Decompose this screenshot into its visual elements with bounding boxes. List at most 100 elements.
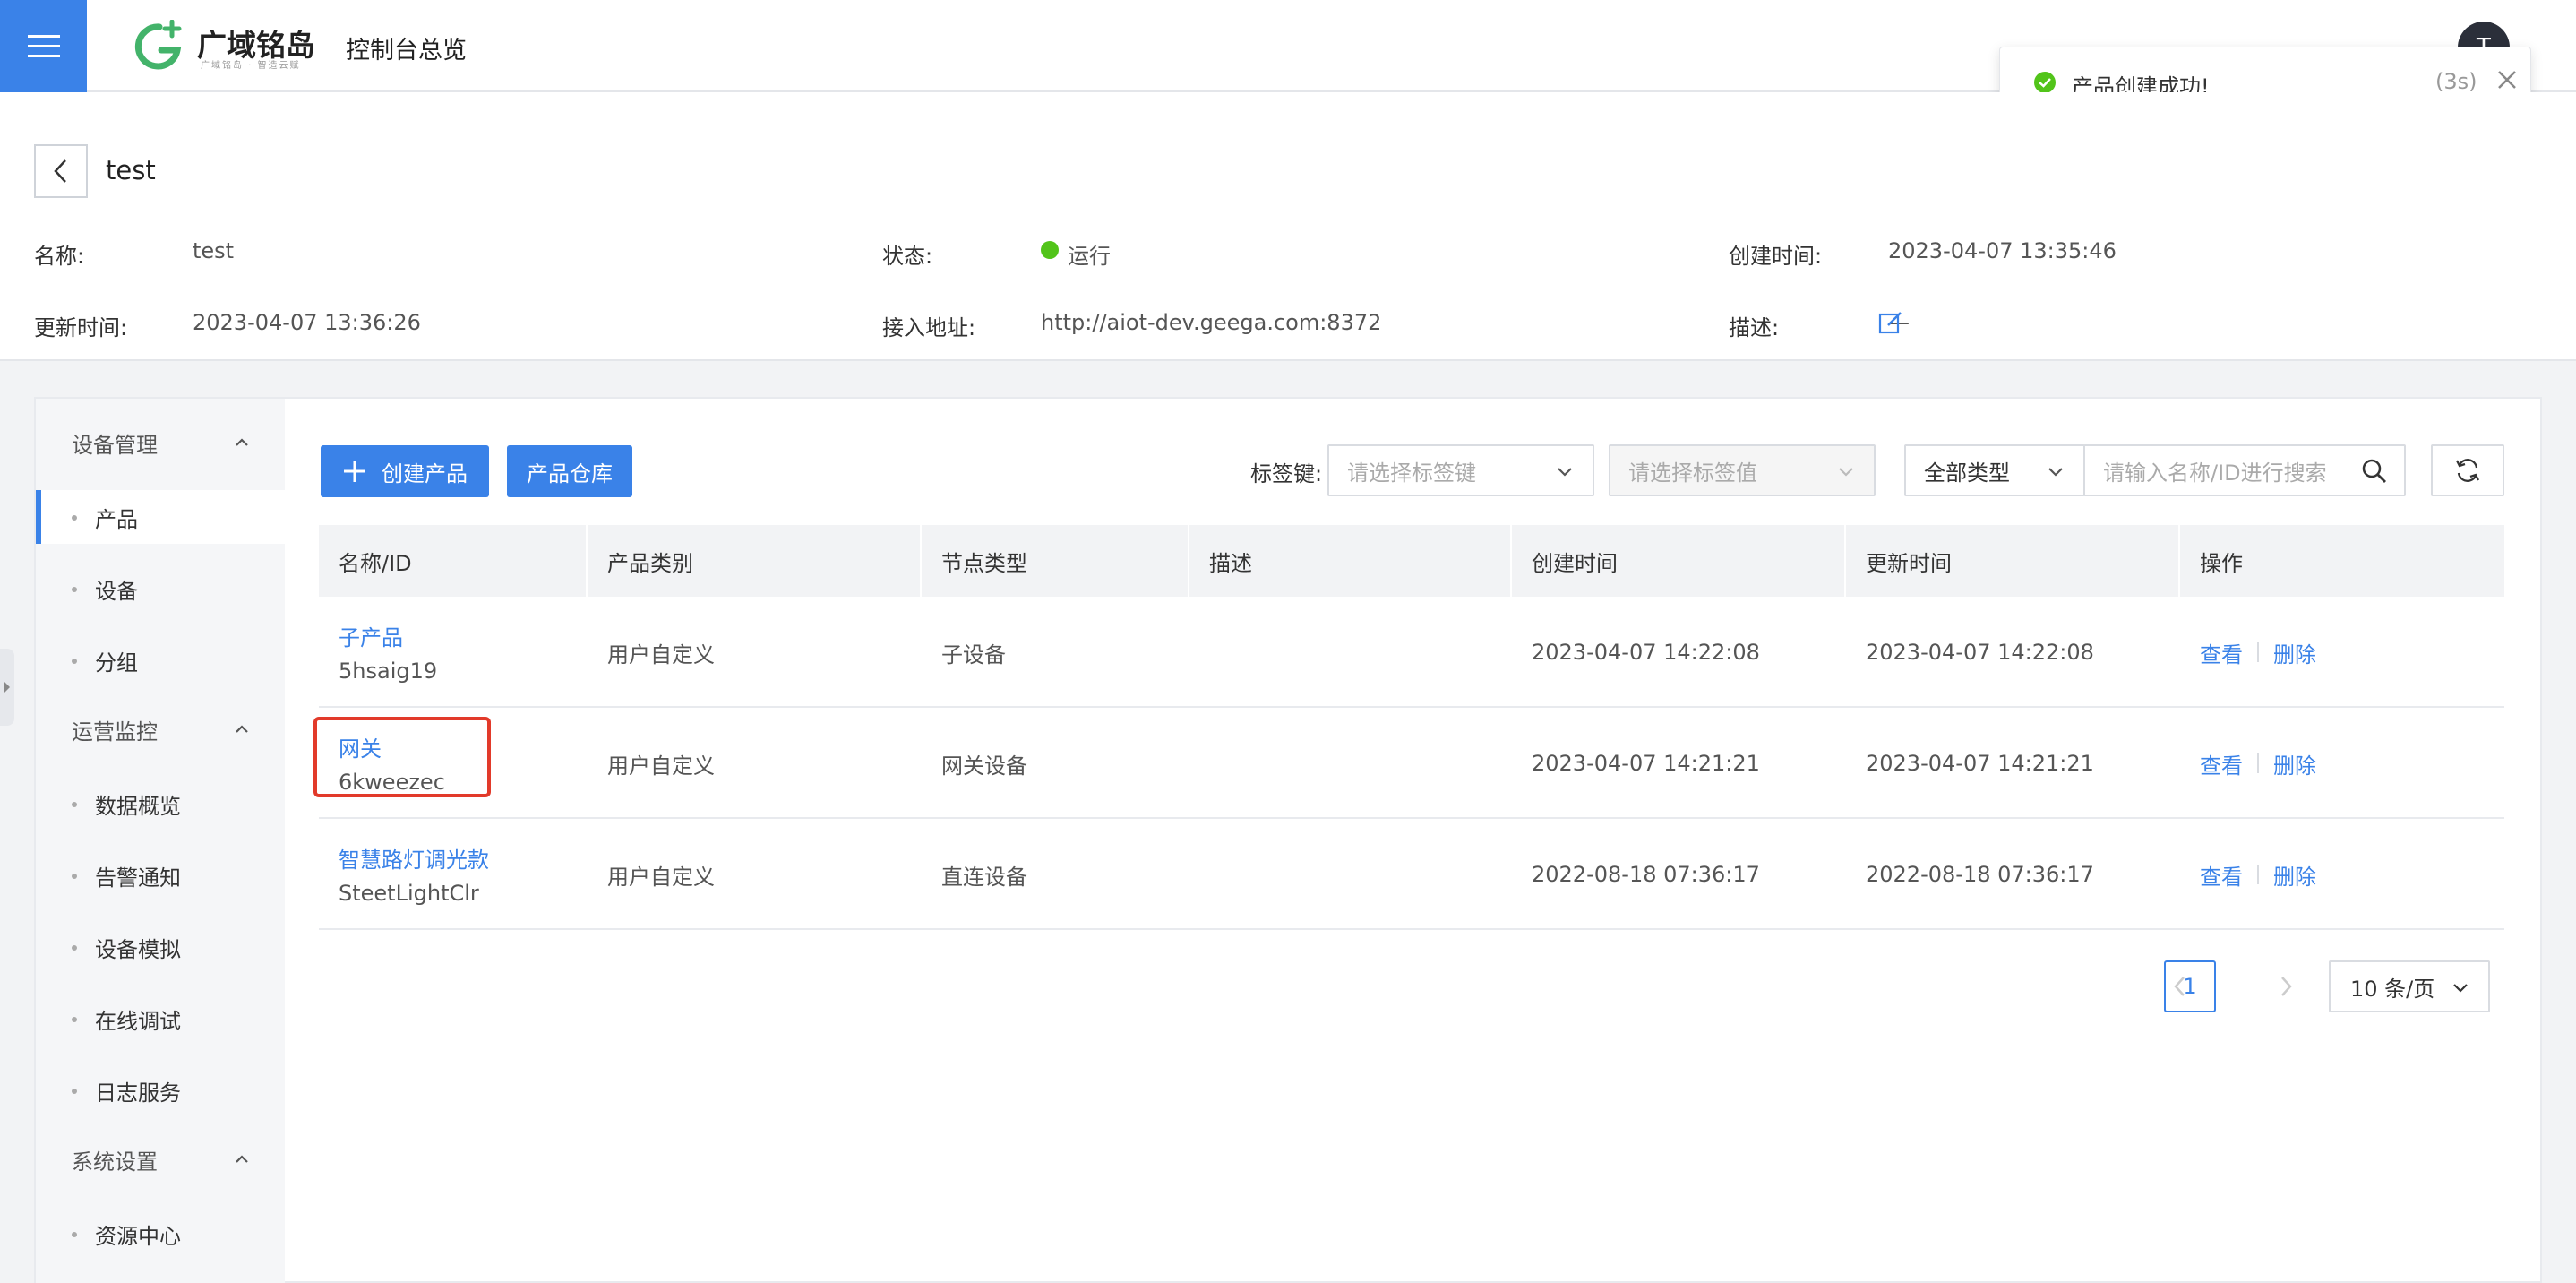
- description-cell: [1189, 597, 1209, 708]
- product-id: SteetLightClr: [339, 881, 479, 906]
- toast-countdown: (3s): [2435, 69, 2477, 94]
- created-value: 2023-04-07 13:35:46: [1888, 238, 2117, 263]
- type-select-value: 全部类型: [1924, 460, 2010, 486]
- sidebar-item-data-overview[interactable]: 数据概览: [36, 777, 285, 831]
- column-header-updated: 更新时间: [1846, 525, 2180, 597]
- next-page-button[interactable]: [2268, 960, 2304, 1012]
- chevron-up-icon: [236, 725, 248, 733]
- view-button[interactable]: 查看: [2200, 748, 2243, 779]
- collapse-handle[interactable]: [0, 649, 14, 726]
- product-id: 5hsaig19: [339, 659, 438, 684]
- logo[interactable]: 广域铭岛 广域铭岛 · 智造云赋: [133, 18, 321, 73]
- product-name-link[interactable]: 智慧路灯调光款: [339, 842, 489, 874]
- nav-group-system-settings[interactable]: 系统设置: [36, 1132, 285, 1186]
- bullet-icon: [72, 587, 77, 592]
- create-product-button[interactable]: 创建产品: [321, 445, 489, 497]
- column-header-actions: 操作: [2200, 550, 2243, 576]
- actions-cell: 查看 删除: [2180, 819, 2316, 930]
- name-id-cell: 网关 6kweezec: [339, 731, 445, 795]
- tag-value-placeholder: 请选择标签值: [1628, 460, 1757, 486]
- tag-key-select[interactable]: 请选择标签键: [1327, 444, 1594, 496]
- status-label: 状态:: [882, 244, 933, 269]
- chevron-up-icon: [236, 1155, 248, 1163]
- tag-key-label: 标签键:: [1250, 461, 1323, 487]
- nav-group-operations[interactable]: 运营监控: [36, 702, 285, 756]
- sidebar-item-label: 分组: [95, 650, 138, 676]
- sidebar-item-label: 日志服务: [95, 1080, 181, 1106]
- create-product-label: 创建产品: [382, 461, 468, 487]
- view-button[interactable]: 查看: [2200, 859, 2243, 891]
- bullet-icon: [72, 945, 77, 951]
- view-button[interactable]: 查看: [2200, 637, 2243, 668]
- close-icon[interactable]: [2493, 65, 2521, 94]
- node-type-cell: 子设备: [941, 642, 1006, 667]
- sidebar-item-device-simulation[interactable]: 设备模拟: [36, 920, 285, 974]
- category-cell: 用户自定义: [607, 642, 715, 667]
- page-title: test: [106, 155, 156, 185]
- hamburger-menu-button[interactable]: [0, 0, 87, 92]
- edit-description-icon[interactable]: [1877, 310, 1904, 337]
- bullet-icon: [72, 802, 77, 807]
- product-detail-header: test 名称: test 状态: 运行 创建时间: 2023-04-07 13…: [0, 92, 2576, 361]
- hamburger-icon: [27, 34, 60, 57]
- type-select[interactable]: 全部类型: [1904, 444, 2085, 496]
- bullet-icon: [72, 515, 77, 521]
- tag-value-select[interactable]: 请选择标签值: [1609, 444, 1876, 496]
- sidebar-item-label: 在线调试: [95, 1008, 181, 1034]
- page-size-select[interactable]: 10 条/页: [2329, 960, 2490, 1012]
- refresh-icon: [2455, 459, 2480, 482]
- category-cell: 用户自定义: [607, 864, 715, 890]
- product-name-link[interactable]: 网关: [339, 731, 445, 762]
- sidebar-item-log-service[interactable]: 日志服务: [36, 1063, 285, 1117]
- sidebar-item-label: 产品: [95, 506, 138, 532]
- created-cell: 2023-04-07 14:22:08: [1532, 640, 1760, 665]
- sidebar-item-alerts[interactable]: 告警通知: [36, 848, 285, 902]
- updated-cell: 2022-08-18 07:36:17: [1866, 862, 2094, 887]
- delete-button[interactable]: 删除: [2273, 637, 2316, 668]
- actions-cell: 查看 删除: [2180, 597, 2316, 708]
- bullet-icon: [72, 874, 77, 879]
- updated-cell: 2023-04-07 14:22:08: [1866, 640, 2094, 665]
- column-header-node-type: 节点类型: [922, 525, 1189, 597]
- sidebar-item-resource-center[interactable]: 资源中心: [36, 1207, 285, 1261]
- sidebar-item-group[interactable]: 分组: [36, 633, 285, 687]
- created-cell: 2022-08-18 07:36:17: [1532, 862, 1760, 887]
- plus-icon: [344, 461, 365, 482]
- column-header-description: 描述: [1189, 525, 1512, 597]
- chevron-right-icon: [4, 681, 10, 693]
- status-value: 运行: [1068, 244, 1111, 269]
- search-input[interactable]: 请输入名称/ID进行搜索: [2083, 444, 2406, 496]
- table-row: 网关 6kweezec 用户自定义 网关设备 2023-04-07 14:21:…: [319, 708, 2504, 819]
- chevron-up-icon: [236, 438, 248, 446]
- bullet-icon: [72, 1089, 77, 1094]
- endpoint-value: http://aiot-dev.geega.com:8372: [1041, 310, 1382, 335]
- updated-label: 更新时间:: [34, 315, 128, 340]
- search-icon[interactable]: [2361, 458, 2388, 485]
- sidebar-item-online-debug[interactable]: 在线调试: [36, 992, 285, 1046]
- name-label: 名称:: [34, 244, 85, 269]
- chevron-down-icon: [1558, 468, 1572, 477]
- product-id: 6kweezec: [339, 770, 445, 795]
- app-title[interactable]: 控制台总览: [346, 30, 467, 65]
- nav-group-label: 运营监控: [72, 719, 158, 745]
- back-button[interactable]: [34, 144, 88, 198]
- sidebar-item-label: 告警通知: [95, 865, 181, 891]
- sidebar-item-product[interactable]: 产品: [36, 490, 285, 544]
- delete-button[interactable]: 删除: [2273, 748, 2316, 779]
- nav-group-device-management[interactable]: 设备管理: [36, 416, 285, 469]
- chevron-down-icon: [1839, 468, 1853, 477]
- chevron-right-icon: [2281, 977, 2292, 996]
- status-dot: [1041, 241, 1059, 259]
- description-label: 描述:: [1729, 315, 1780, 340]
- page-number-button[interactable]: 1: [2164, 960, 2216, 1012]
- category-cell: 用户自定义: [607, 753, 715, 779]
- nav-group-label: 系统设置: [72, 1149, 158, 1175]
- product-name-link[interactable]: 子产品: [339, 620, 437, 651]
- refresh-button[interactable]: [2431, 444, 2504, 496]
- sidebar-item-label: 资源中心: [95, 1223, 181, 1249]
- product-warehouse-button[interactable]: 产品仓库: [507, 445, 632, 497]
- sidebar-item-device[interactable]: 设备: [36, 562, 285, 616]
- chevron-down-icon: [2453, 984, 2468, 993]
- bullet-icon: [72, 1232, 77, 1237]
- delete-button[interactable]: 删除: [2273, 859, 2316, 891]
